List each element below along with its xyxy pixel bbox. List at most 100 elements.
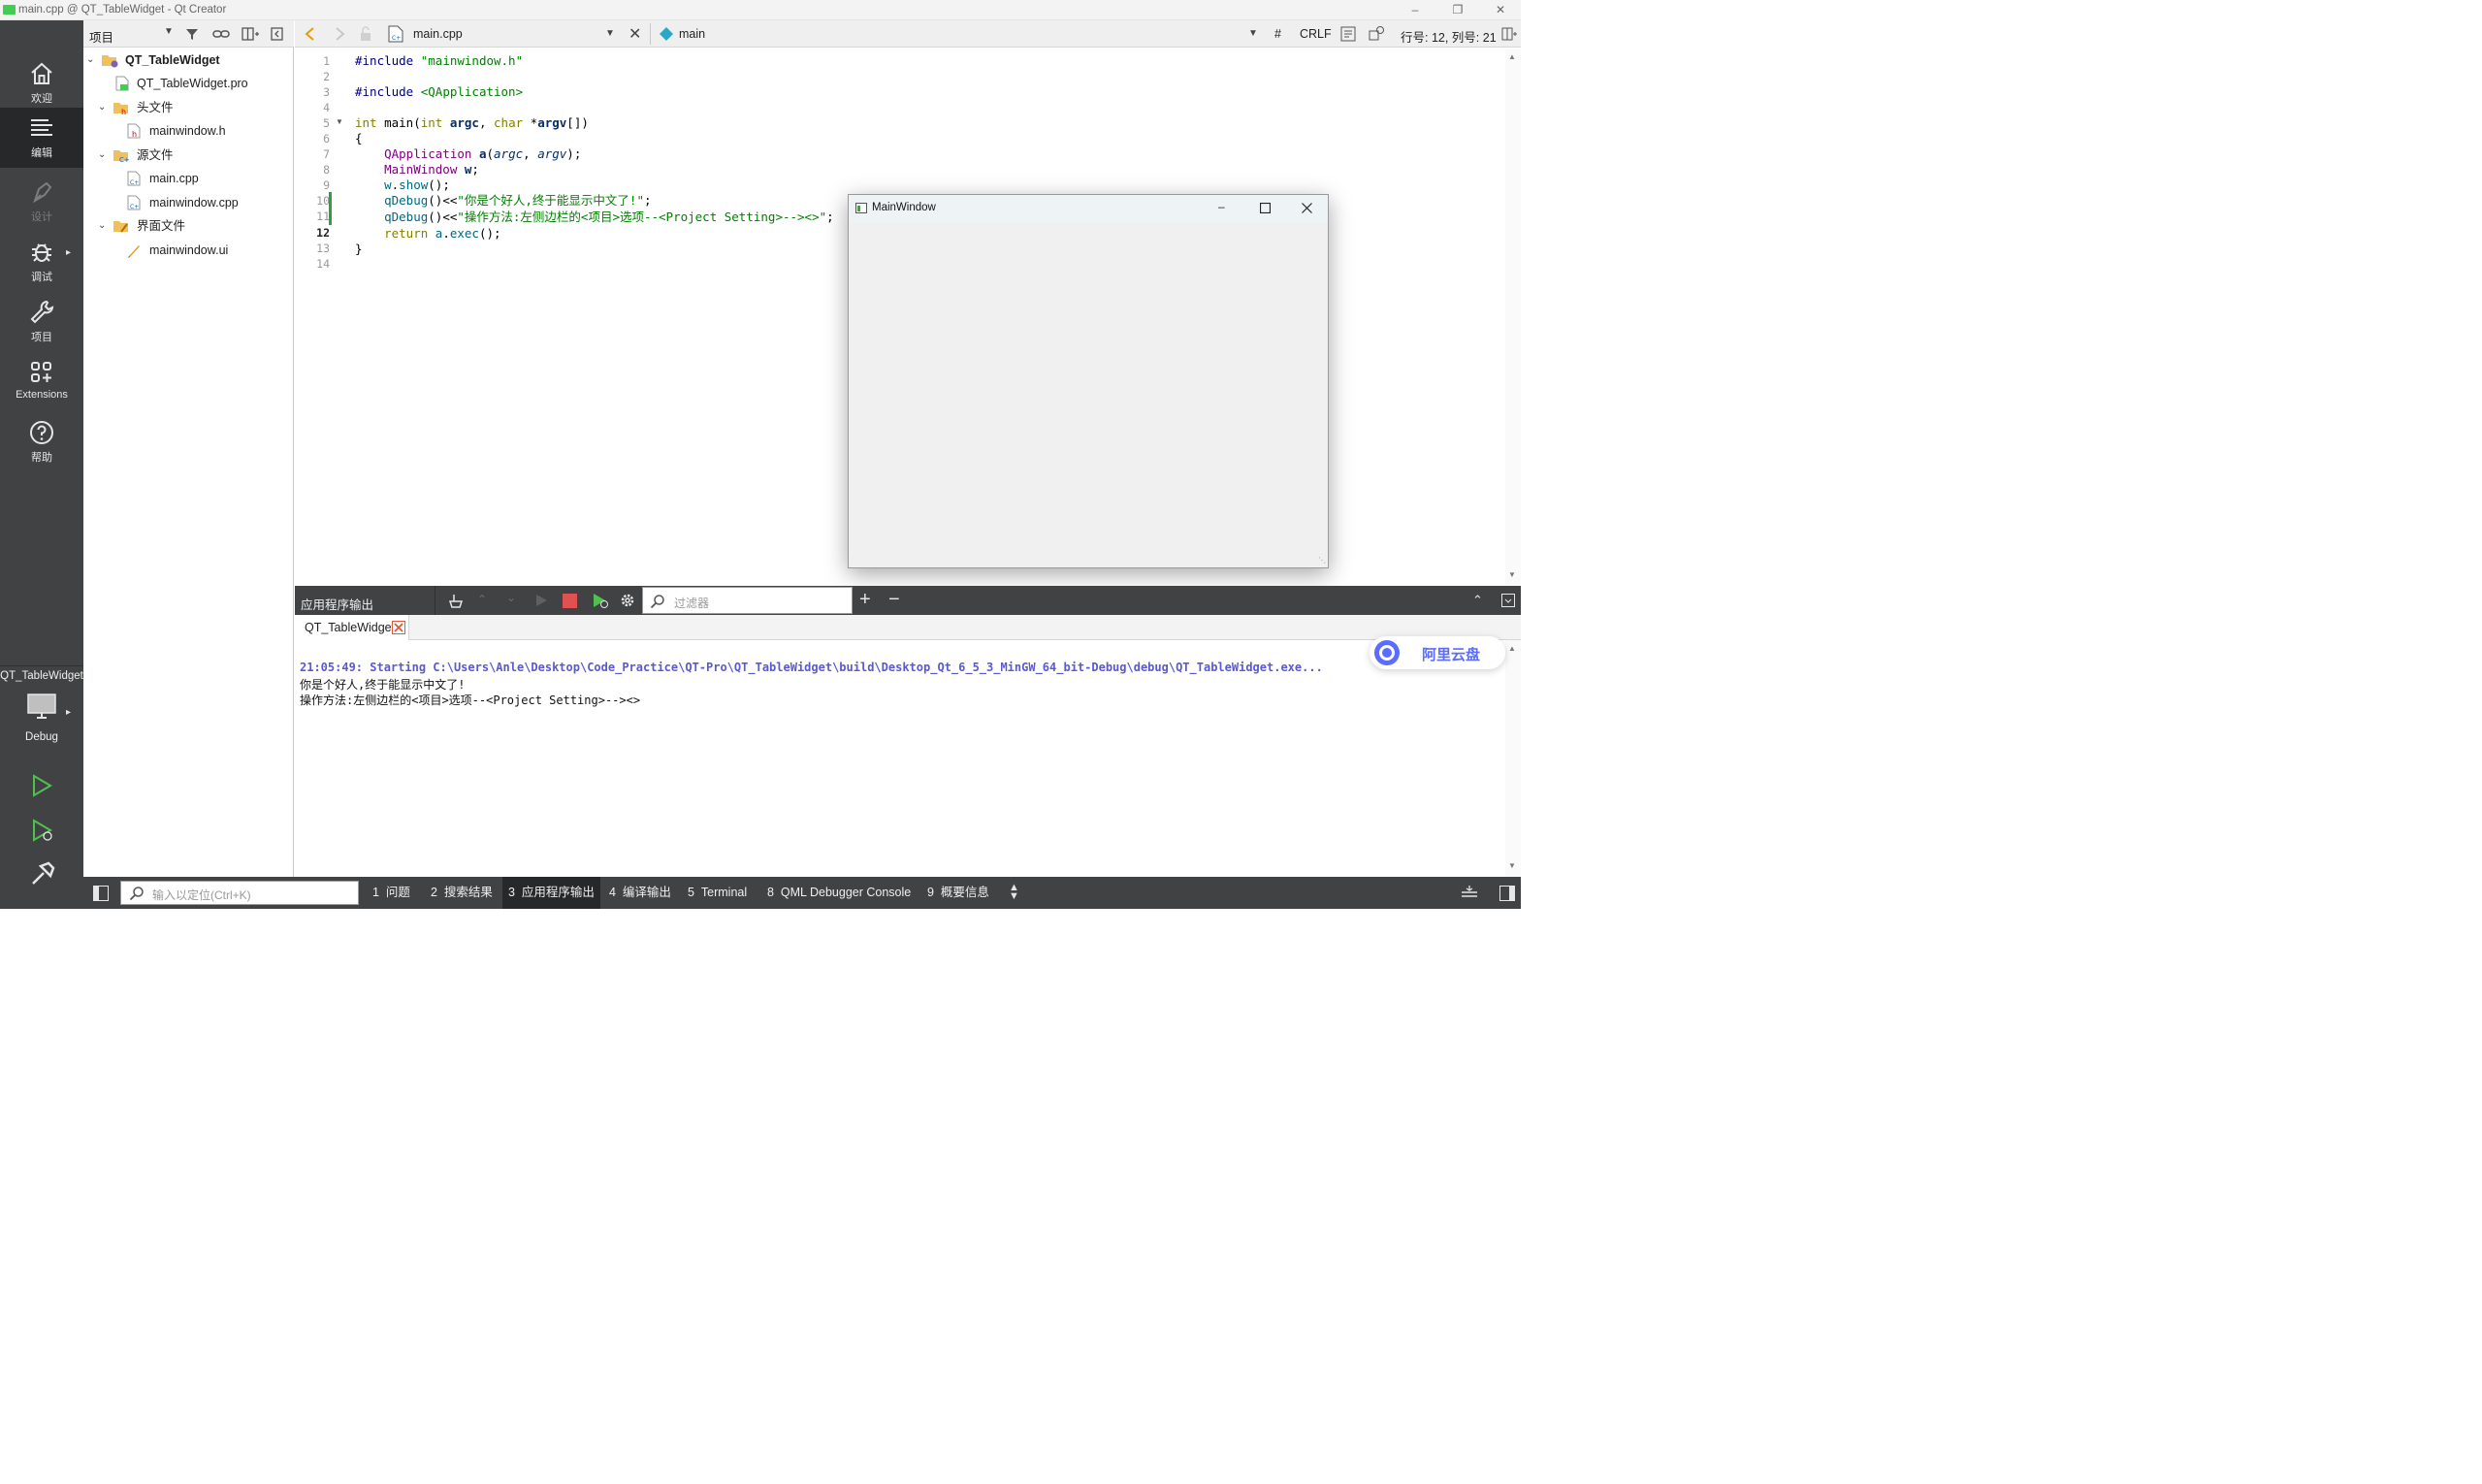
symbol-diamond-icon xyxy=(660,27,673,41)
toggle-right-sidebar-icon[interactable] xyxy=(1499,886,1515,901)
maximize-pane-icon[interactable]: ⌃ xyxy=(1472,593,1483,608)
tree-item-sources[interactable]: ⌄ C+ 源文件 xyxy=(83,144,293,167)
mode-welcome[interactable]: 欢迎 xyxy=(0,53,83,112)
output-console[interactable]: 21:05:49: Starting C:\Users\Anle\Desktop… xyxy=(295,640,1505,877)
locator-input[interactable]: 输入以定位(Ctrl+K) xyxy=(120,881,359,905)
status-tab-app-output[interactable]: 3 应用程序输出 xyxy=(502,877,600,909)
scroll-down-icon[interactable]: ▼ xyxy=(1508,570,1516,579)
mode-design[interactable]: 设计 xyxy=(0,172,83,230)
debug-run-icon[interactable] xyxy=(29,818,54,843)
minimize-button[interactable]: – xyxy=(1401,2,1430,17)
cursor-position[interactable]: 行号: 12, 列号: 21 xyxy=(1401,27,1497,46)
close-sidebar-icon[interactable] xyxy=(271,26,284,42)
attach-debugger-icon[interactable] xyxy=(592,592,609,609)
kit-project-name[interactable]: QT_TableWidget xyxy=(0,670,83,682)
close-button[interactable]: ✕ xyxy=(1486,2,1515,17)
split-editor-icon[interactable] xyxy=(1501,26,1517,42)
status-tab-qml-console[interactable]: 8 QML Debugger Console xyxy=(761,877,917,909)
editor-scrollbar[interactable]: ▲ ▼ xyxy=(1505,48,1521,585)
tree-item-forms[interactable]: ⌄ 界面文件 xyxy=(83,214,293,238)
mode-help[interactable]: 帮助 xyxy=(0,412,83,470)
resize-grip-icon[interactable]: ⋱ xyxy=(1318,556,1326,565)
fold-marker-icon[interactable]: ▼ xyxy=(336,117,343,126)
mode-debug[interactable]: 调试 ▸ xyxy=(0,232,83,290)
symbol-dropdown-icon[interactable]: ▼ xyxy=(1248,28,1258,39)
line-number: 11 xyxy=(316,210,330,223)
app-minimize-button[interactable]: – xyxy=(1218,200,1225,213)
dropdown-arrow-icon[interactable]: ▼ xyxy=(164,26,174,37)
stop-icon[interactable] xyxy=(563,594,577,608)
scroll-up-icon[interactable]: ▲ xyxy=(1508,52,1516,61)
line-number: 9 xyxy=(323,178,330,192)
current-symbol[interactable]: main xyxy=(679,27,705,41)
file-dropdown-icon[interactable]: ▼ xyxy=(605,28,615,39)
run-icon[interactable] xyxy=(29,773,54,798)
close-document-icon[interactable]: ✕ xyxy=(629,24,641,44)
tree-item-source-mainwindow[interactable]: C+ mainwindow.cpp xyxy=(83,191,293,214)
clear-output-icon[interactable] xyxy=(448,593,466,608)
build-hammer-icon[interactable] xyxy=(29,860,56,887)
hide-pane-icon[interactable] xyxy=(1501,594,1515,607)
code-token: argv xyxy=(537,146,567,161)
restore-button[interactable]: ❐ xyxy=(1443,2,1472,17)
monitor-icon[interactable] xyxy=(26,692,57,721)
current-file-name[interactable]: main.cpp xyxy=(413,27,463,41)
line-ending[interactable]: CRLF xyxy=(1300,27,1332,41)
app-window-titlebar[interactable]: MainWindow – xyxy=(849,195,1328,222)
mode-extensions[interactable]: Extensions xyxy=(0,352,83,410)
filter-icon[interactable] xyxy=(184,26,200,42)
status-tab-issues[interactable]: 1 问题 xyxy=(367,877,416,909)
tree-label: 界面文件 xyxy=(137,219,186,233)
status-tab-compile[interactable]: 4 编译输出 xyxy=(603,877,677,909)
chevron-down-icon[interactable]: ⌄ xyxy=(98,144,106,167)
toggle-sidebar-icon[interactable] xyxy=(93,886,109,901)
more-tabs-icon[interactable]: ▲ ▼ xyxy=(1009,883,1019,902)
document-outline-icon[interactable] xyxy=(1340,26,1356,42)
encoding-icon[interactable] xyxy=(1368,25,1385,43)
link-icon[interactable] xyxy=(212,26,230,42)
output-scrollbar[interactable]: ▲ ▼ xyxy=(1505,640,1521,877)
app-main-window[interactable]: MainWindow – ⋱ xyxy=(848,194,1329,568)
tree-item-source-main[interactable]: C+ main.cpp xyxy=(83,167,293,190)
code-token: #include xyxy=(355,84,414,99)
forward-arrow-icon[interactable] xyxy=(332,26,347,42)
rerun-icon[interactable] xyxy=(533,593,549,608)
zoom-out-icon[interactable]: − xyxy=(888,589,900,611)
close-tab-icon[interactable] xyxy=(392,621,405,634)
scroll-up-icon[interactable]: ▲ xyxy=(1508,644,1516,653)
status-tab-summary[interactable]: 9 概要信息 xyxy=(921,877,995,909)
back-arrow-icon[interactable] xyxy=(303,26,318,42)
cpp-file-icon: C+ xyxy=(127,195,141,210)
scroll-down-icon[interactable]: ▼ xyxy=(1508,861,1516,870)
aliyun-drive-widget[interactable]: 阿里云盘 xyxy=(1370,636,1505,669)
chevron-down-icon[interactable]: ⌄ xyxy=(98,96,106,119)
tree-item-form-file[interactable]: mainwindow.ui xyxy=(83,239,293,262)
code-token: char xyxy=(494,115,524,130)
tree-item-headers[interactable]: ⌄ h 头文件 xyxy=(83,96,293,119)
mode-edit[interactable]: 编辑 xyxy=(0,108,83,168)
previous-item-icon[interactable]: ⌃ xyxy=(477,593,487,606)
app-close-button[interactable] xyxy=(1302,203,1312,213)
svg-text:h: h xyxy=(121,108,126,115)
hash-indicator[interactable]: # xyxy=(1274,27,1281,41)
progress-details-icon[interactable] xyxy=(1461,885,1478,900)
folder-icon: C+ xyxy=(113,150,130,163)
mode-projects[interactable]: 项目 xyxy=(0,292,83,350)
next-item-icon[interactable]: ⌄ xyxy=(506,591,516,604)
chevron-down-icon[interactable]: ⌄ xyxy=(86,48,94,72)
split-add-icon[interactable] xyxy=(242,26,259,42)
settings-gear-icon[interactable] xyxy=(620,593,635,608)
app-maximize-button[interactable] xyxy=(1260,203,1271,213)
tree-item-project[interactable]: ⌄ QT_TableWidget xyxy=(83,48,293,72)
status-tab-terminal[interactable]: 5 Terminal xyxy=(682,877,753,909)
status-tab-search[interactable]: 2 搜索结果 xyxy=(425,877,499,909)
mode-label: Extensions xyxy=(16,389,68,401)
tree-item-header-file[interactable]: h mainwindow.h xyxy=(83,119,293,143)
chevron-down-icon[interactable]: ⌄ xyxy=(98,214,106,238)
tree-item-pro[interactable]: QT_TableWidget.pro xyxy=(83,72,293,95)
view-selector[interactable]: 项目 xyxy=(89,27,113,46)
zoom-in-icon[interactable]: + xyxy=(859,589,871,611)
filter-input[interactable]: 过滤器 xyxy=(642,587,853,614)
output-tabs: QT_TableWidget xyxy=(295,615,1521,640)
output-tab[interactable]: QT_TableWidget xyxy=(295,615,409,640)
